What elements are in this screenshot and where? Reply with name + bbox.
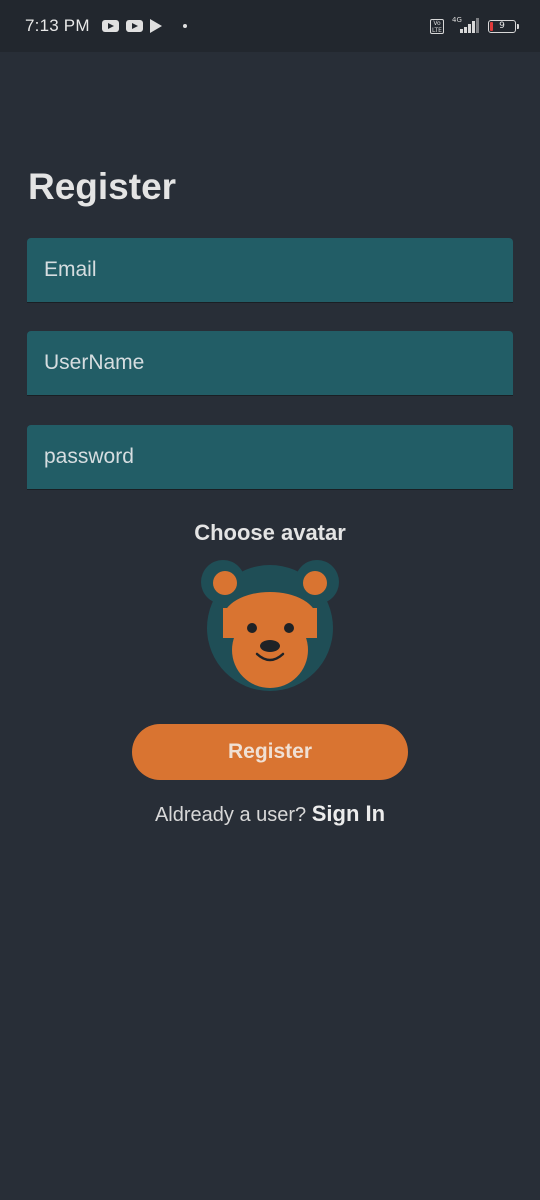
battery-icon: 9 bbox=[488, 19, 519, 33]
signin-prompt: Aldready a user? bbox=[154, 804, 307, 826]
battery-level: 9 bbox=[499, 21, 505, 31]
password-field[interactable] bbox=[27, 425, 513, 489]
email-field-container bbox=[27, 238, 513, 303]
choose-avatar-label: Choose avatar bbox=[194, 520, 346, 545]
username-field-container bbox=[27, 331, 513, 396]
volte-icon: Vo LTE bbox=[430, 18, 444, 34]
username-field[interactable] bbox=[27, 331, 513, 395]
email-field[interactable] bbox=[27, 238, 513, 302]
signin-link[interactable]: Sign In bbox=[312, 801, 385, 826]
youtube-icon bbox=[125, 20, 143, 32]
status-bar: 7:13 PM Vo LTE 4G 9 bbox=[0, 0, 540, 52]
more-notifications-dot-icon bbox=[182, 24, 187, 28]
status-time: 7:13 PM bbox=[25, 16, 90, 35]
bear-avatar-icon bbox=[201, 560, 339, 691]
play-store-icon bbox=[149, 19, 162, 33]
status-right: Vo LTE 4G 9 bbox=[430, 16, 519, 35]
password-field-container bbox=[27, 425, 513, 490]
youtube-icon bbox=[101, 20, 119, 32]
notification-icons bbox=[101, 19, 187, 33]
signal-icon: 4G bbox=[452, 16, 480, 35]
register-button[interactable]: Register bbox=[132, 724, 408, 780]
network-type: 4G bbox=[452, 16, 462, 24]
page-title: Register bbox=[28, 166, 177, 207]
signin-row: Aldready a user? Sign In bbox=[0, 801, 540, 827]
status-left: 7:13 PM bbox=[25, 16, 187, 36]
avatar-picker[interactable] bbox=[200, 558, 340, 692]
